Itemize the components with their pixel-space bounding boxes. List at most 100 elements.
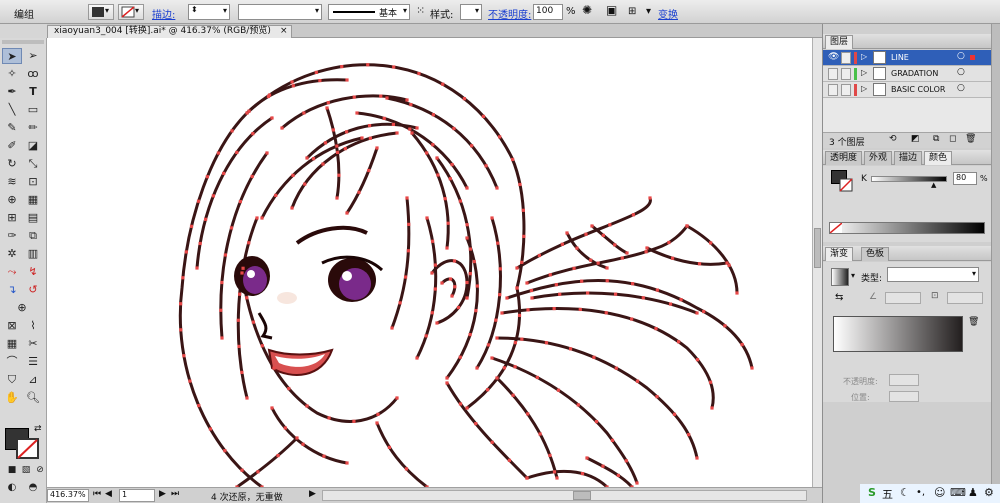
anchor-point[interactable] — [529, 288, 534, 293]
anchor-point[interactable] — [179, 328, 183, 332]
anchor-point[interactable] — [608, 223, 612, 227]
anchor-point[interactable] — [382, 116, 386, 121]
anchor-point[interactable] — [505, 296, 509, 300]
anchor-point[interactable] — [415, 356, 419, 360]
anchor-point[interactable] — [340, 64, 344, 69]
k-value-input[interactable]: 80 — [953, 172, 977, 185]
eyedropper-tool-icon[interactable]: ✑ — [2, 228, 22, 244]
anchor-point[interactable] — [311, 157, 316, 161]
anchor-point[interactable] — [337, 173, 341, 177]
anchor-point[interactable] — [511, 393, 515, 397]
anchor-point[interactable] — [441, 82, 445, 86]
opacity-input[interactable] — [889, 374, 919, 386]
pencil-tool-icon[interactable]: ✏ — [23, 120, 43, 136]
angle-icon[interactable]: ∠ — [869, 292, 877, 302]
clipping-mask-icon[interactable]: ◩ — [911, 134, 920, 144]
opacity-link[interactable]: 不透明度: — [488, 6, 531, 21]
anchor-point[interactable] — [495, 186, 499, 190]
anchor-point[interactable] — [251, 320, 255, 324]
anchor-point[interactable] — [272, 366, 276, 370]
anchor-point[interactable] — [498, 135, 502, 139]
anchor-point[interactable] — [395, 131, 399, 135]
zoom-select[interactable]: 416.37% — [47, 489, 89, 502]
target-icon[interactable]: ○ — [957, 67, 965, 77]
crosshair-tool-icon[interactable]: ⊕ — [12, 300, 32, 316]
anchor-point[interactable] — [677, 340, 681, 344]
anchor-point[interactable] — [325, 106, 329, 110]
anchor-point[interactable] — [468, 333, 472, 337]
anchor-point[interactable] — [616, 473, 620, 478]
anchor-point[interactable] — [723, 324, 727, 328]
anchor-point[interactable] — [290, 80, 294, 84]
anchor-point[interactable] — [515, 286, 519, 290]
anchor-point[interactable] — [465, 236, 469, 240]
graphic-style-icon[interactable]: ⁙ — [416, 4, 425, 17]
hand-tool-icon[interactable]: ✋ — [2, 390, 22, 406]
page-select[interactable]: 1 — [119, 489, 155, 502]
anchor-point[interactable] — [641, 296, 645, 300]
symbol-sprayer-tool-icon[interactable]: ✲ — [2, 246, 22, 262]
angle-input[interactable] — [885, 292, 921, 304]
anchor-point[interactable] — [235, 150, 239, 155]
anchor-point[interactable] — [305, 404, 309, 408]
anchor-point[interactable] — [245, 396, 249, 400]
anchor-point[interactable] — [670, 256, 675, 260]
grid-tool-icon[interactable]: ▦ — [2, 336, 22, 352]
anchor-point[interactable] — [576, 403, 580, 407]
anchor-point[interactable] — [270, 116, 274, 120]
smile-icon[interactable]: ☺ — [934, 486, 945, 499]
reshape-tool-icon[interactable]: ↯ — [23, 264, 43, 280]
anchor-point[interactable] — [229, 226, 234, 230]
color-spectrum-bar[interactable] — [829, 222, 985, 234]
anchor-point[interactable] — [578, 307, 582, 312]
anchor-point[interactable] — [655, 395, 659, 399]
variable-width-select[interactable]: ▾ — [238, 4, 322, 20]
anchor-point[interactable] — [604, 311, 608, 315]
anchor-point[interactable] — [357, 190, 361, 194]
anchor-point[interactable] — [522, 234, 526, 238]
anchor-point[interactable] — [709, 241, 713, 245]
selection-tool-icon[interactable]: ➤ — [2, 48, 22, 64]
scrollbar-thumb[interactable] — [814, 228, 821, 268]
anchor-point[interactable] — [511, 157, 515, 162]
anchor-point[interactable] — [391, 122, 396, 127]
gradient-tool-icon[interactable]: ▤ — [23, 210, 43, 226]
artboard-tool-icon[interactable]: ⊠ — [2, 318, 22, 334]
blend-tool-icon[interactable]: ⧉ — [23, 228, 43, 244]
lock-cell[interactable] — [841, 68, 851, 80]
anchor-point[interactable] — [496, 241, 500, 245]
anchor-point[interactable] — [620, 256, 624, 260]
tab-layers[interactable]: 图层 — [825, 35, 854, 49]
shape-builder-tool-icon[interactable]: ⊕ — [2, 192, 22, 208]
anchor-point[interactable] — [702, 309, 706, 314]
align-tool-icon[interactable]: ☰ — [23, 354, 43, 370]
anchor-point[interactable] — [498, 293, 502, 297]
line-tool-icon[interactable]: ╲ — [2, 102, 22, 118]
anchor-point[interactable] — [424, 334, 428, 338]
anchor-point[interactable] — [188, 379, 192, 383]
anchor-point[interactable] — [323, 141, 328, 145]
anchor-point[interactable] — [465, 406, 469, 410]
status-menu-icon[interactable]: ▶ — [309, 489, 316, 499]
anchor-point[interactable] — [648, 196, 652, 200]
stroke-none-icon[interactable] — [839, 178, 853, 192]
anchor-point[interactable] — [240, 468, 244, 472]
anchor-point[interactable] — [247, 241, 251, 245]
anchor-point[interactable] — [266, 94, 271, 99]
panel-grip[interactable] — [2, 40, 44, 44]
knife-tool-icon[interactable]: ✂ — [23, 336, 43, 352]
anchor-point[interactable] — [507, 458, 512, 462]
anchor-point[interactable] — [405, 98, 409, 102]
anchor-point[interactable] — [515, 266, 519, 270]
anchor-point[interactable] — [405, 196, 409, 200]
anchor-point[interactable] — [321, 162, 325, 166]
anchor-point[interactable] — [352, 419, 356, 423]
anchor-point[interactable] — [230, 129, 234, 133]
join-tool-icon[interactable]: ↴ — [2, 282, 22, 298]
transform-link[interactable]: 变换 — [658, 6, 678, 21]
anchor-point[interactable] — [408, 127, 412, 131]
anchor-point[interactable] — [430, 239, 435, 243]
anchor-point[interactable] — [250, 174, 254, 179]
anchor-point[interactable] — [265, 151, 269, 155]
trash-icon[interactable]: 🗑︎ — [968, 317, 979, 327]
